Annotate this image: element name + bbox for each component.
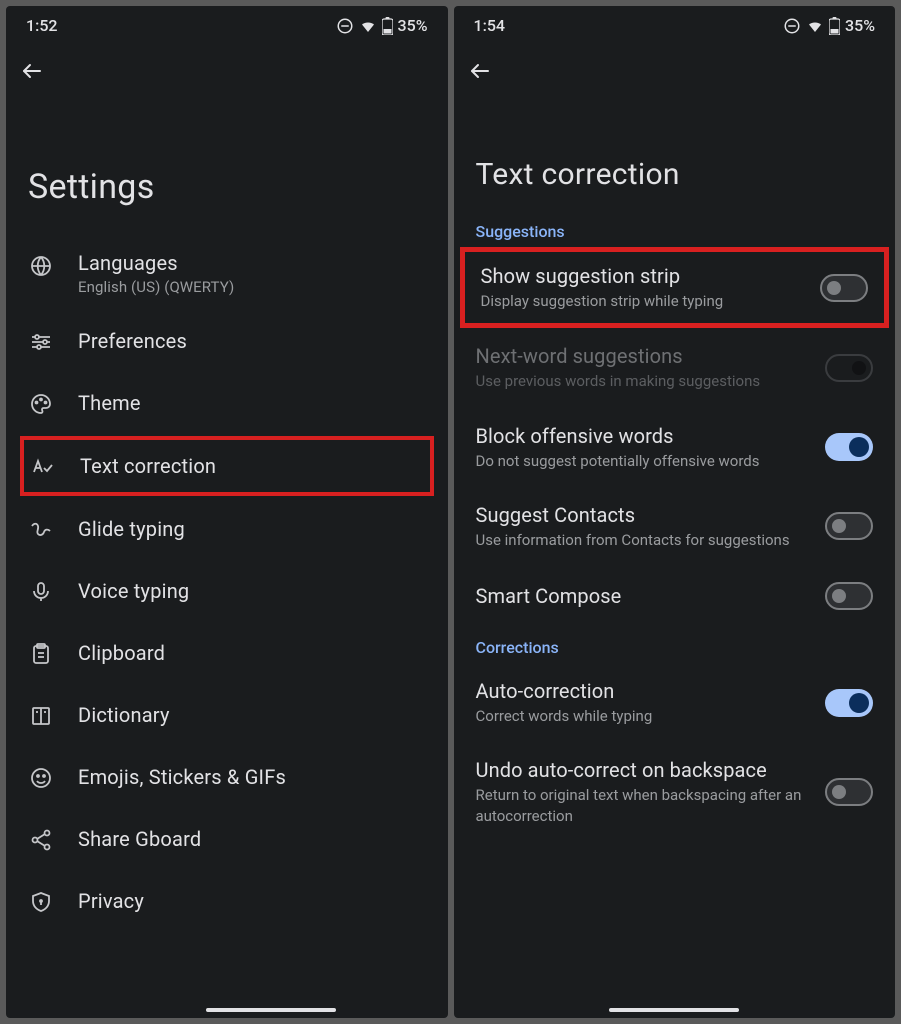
page-title: Settings [6,97,448,237]
status-time: 1:54 [474,16,506,35]
menu-item-glide-typing[interactable]: Glide typing [6,498,448,560]
phone-left: 1:52 35% Settings Languages English (US)… [6,6,448,1018]
setting-subtitle: Do not suggest potentially offensive wor… [476,451,810,471]
menu-item-privacy[interactable]: Privacy [6,870,448,932]
menu-item-text-correction[interactable]: Text correction [20,436,434,496]
toggle-switch[interactable] [825,582,873,610]
status-icons: 35% [336,16,428,35]
battery-icon [829,17,840,35]
setting-subtitle: Return to original text when backspacing… [476,785,810,826]
setting-title: Undo auto-correct on backspace [476,758,810,782]
emoji-icon [28,765,54,791]
setting-smart-compose[interactable]: Smart Compose [454,566,896,626]
toggle-switch [825,354,873,382]
settings-menu: Languages English (US) (QWERTY) Preferen… [6,237,448,932]
wifi-icon [359,17,377,35]
toggle-switch[interactable] [820,274,868,302]
menu-title: Text correction [80,454,424,478]
battery-percent: 35% [845,16,875,35]
setting-block-offensive[interactable]: Block offensive words Do not suggest pot… [454,408,896,487]
status-icons: 35% [783,16,875,35]
menu-title: Clipboard [78,641,426,665]
setting-title: Block offensive words [476,424,810,448]
menu-title: Glide typing [78,517,426,541]
setting-next-word-suggestions: Next-word suggestions Use previous words… [454,328,896,407]
menu-title: Languages [78,251,426,275]
menu-item-emojis[interactable]: Emojis, Stickers & GIFs [6,746,448,808]
battery-icon [382,17,393,35]
book-icon [28,703,54,729]
back-button[interactable] [454,41,896,97]
menu-title: Preferences [78,329,426,353]
dnd-icon [336,17,354,35]
clipboard-icon [28,641,54,667]
setting-subtitle: Correct words while typing [476,706,810,726]
setting-subtitle: Use previous words in making suggestions [476,371,810,391]
setting-title: Suggest Contacts [476,503,810,527]
menu-item-share[interactable]: Share Gboard [6,808,448,870]
toggle-switch[interactable] [825,512,873,540]
toggle-switch[interactable] [825,778,873,806]
setting-suggest-contacts[interactable]: Suggest Contacts Use information from Co… [454,487,896,566]
setting-subtitle: Use information from Contacts for sugges… [476,530,810,550]
menu-item-dictionary[interactable]: Dictionary [6,684,448,746]
menu-title: Share Gboard [78,827,426,851]
menu-title: Emojis, Stickers & GIFs [78,765,426,789]
wifi-icon [806,17,824,35]
menu-title: Privacy [78,889,426,913]
status-bar: 1:54 35% [454,6,896,41]
setting-title: Show suggestion strip [481,264,805,288]
setting-title: Auto-correction [476,679,810,703]
setting-title: Next-word suggestions [476,344,810,368]
setting-subtitle: Display suggestion strip while typing [481,291,805,311]
shield-icon [28,889,54,915]
gesture-icon [28,517,54,543]
setting-show-suggestion-strip[interactable]: Show suggestion strip Display suggestion… [460,247,890,328]
toggle-switch[interactable] [825,689,873,717]
home-indicator[interactable] [206,1008,336,1012]
menu-title: Theme [78,391,426,415]
dnd-icon [783,17,801,35]
menu-item-clipboard[interactable]: Clipboard [6,622,448,684]
phone-right: 1:54 35% Text correction Suggestions Sho… [454,6,896,1018]
status-bar: 1:52 35% [6,6,448,41]
mic-icon [28,579,54,605]
globe-icon [28,253,54,279]
menu-item-theme[interactable]: Theme [6,372,448,434]
menu-item-preferences[interactable]: Preferences [6,310,448,372]
menu-item-languages[interactable]: Languages English (US) (QWERTY) [6,237,448,310]
text-correction-icon [30,454,56,480]
setting-auto-correction[interactable]: Auto-correction Correct words while typi… [454,663,896,742]
menu-title: Voice typing [78,579,426,603]
home-indicator[interactable] [609,1008,739,1012]
toggle-switch[interactable] [825,433,873,461]
menu-subtitle: English (US) (QWERTY) [78,278,426,296]
setting-title: Smart Compose [476,584,810,608]
status-time: 1:52 [26,16,58,35]
menu-title: Dictionary [78,703,426,727]
battery-percent: 35% [398,16,428,35]
setting-undo-autocorrect[interactable]: Undo auto-correct on backspace Return to… [454,742,896,842]
menu-item-voice-typing[interactable]: Voice typing [6,560,448,622]
sliders-icon [28,329,54,355]
back-button[interactable] [6,41,448,97]
palette-icon [28,391,54,417]
section-corrections: Corrections [454,626,896,663]
page-title: Text correction [454,97,896,210]
share-icon [28,827,54,853]
section-suggestions: Suggestions [454,210,896,247]
